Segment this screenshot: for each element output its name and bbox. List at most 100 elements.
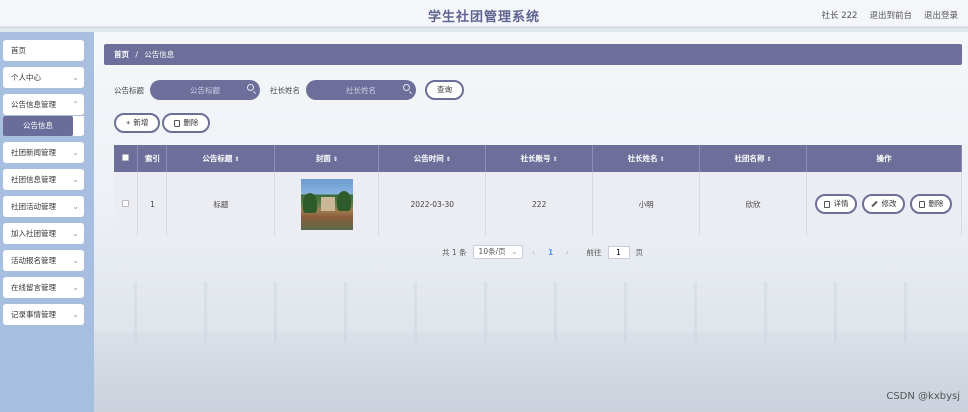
column-header-title[interactable]: 公告标题 ⇕ bbox=[166, 145, 276, 172]
plus-icon: + bbox=[126, 118, 131, 127]
sort-icon: ⇕ bbox=[766, 156, 772, 163]
add-button[interactable]: + 新增 bbox=[114, 113, 161, 133]
goto-label: 前往 bbox=[586, 247, 602, 257]
title-search-box bbox=[150, 80, 260, 100]
sort-icon: ⇕ bbox=[234, 156, 240, 163]
document-icon bbox=[824, 200, 831, 208]
cell-actions: 详情 修改 删除 bbox=[806, 172, 963, 236]
title-search-input[interactable] bbox=[150, 80, 260, 100]
cell-title: 标题 bbox=[166, 172, 276, 236]
title-search-label: 公告标题 bbox=[114, 85, 144, 95]
building-shape bbox=[320, 196, 335, 211]
column-header-time[interactable]: 公告时间 ⇕ bbox=[378, 145, 487, 172]
background-pattern bbox=[94, 332, 968, 412]
chevron-down-icon: ⌄ bbox=[72, 229, 79, 238]
chevron-up-icon: ⌃ bbox=[72, 100, 79, 109]
table-header-row: 索引 公告标题 ⇕ 封面 ⇕ 公告时间 ⇕ 社长账号 ⇕ 社长姓名 ⇕ 社团名称 ⇕ 操作 bbox=[114, 145, 963, 172]
tree-shape bbox=[302, 192, 317, 213]
chevron-down-icon: ⌄ bbox=[72, 175, 79, 184]
breadcrumb-current: 公告信息 bbox=[144, 50, 175, 59]
goto-page-input[interactable] bbox=[607, 245, 630, 259]
edit-button-label: 修改 bbox=[881, 199, 897, 208]
trash-icon bbox=[919, 200, 926, 208]
sidebar-item-label: 公告信息管理 bbox=[11, 100, 56, 109]
sidebar-item-online-message[interactable]: 在线留言管理 ⌄ bbox=[3, 277, 84, 298]
cell-index: 1 bbox=[137, 172, 168, 236]
select-all-checkbox[interactable] bbox=[122, 154, 130, 161]
sort-icon: ⇕ bbox=[445, 156, 451, 163]
detail-button[interactable]: 详情 bbox=[815, 194, 858, 214]
row-select-cell bbox=[114, 172, 139, 236]
batch-delete-button[interactable]: 删除 bbox=[162, 113, 211, 133]
sidebar-item-label: 首页 bbox=[11, 46, 26, 55]
breadcrumb-home[interactable]: 首页 bbox=[114, 50, 129, 59]
column-header-index: 索引 bbox=[137, 145, 168, 172]
sidebar-item-club-activity[interactable]: 社团活动管理 ⌄ bbox=[3, 196, 84, 217]
column-header-leader-name[interactable]: 社长姓名 ⇕ bbox=[592, 145, 701, 172]
name-search-box bbox=[306, 80, 416, 100]
sidebar-item-label: 加入社团管理 bbox=[11, 229, 56, 238]
page-size-select[interactable]: 10条/页 ⌄ bbox=[472, 245, 523, 259]
cell-account: 222 bbox=[485, 172, 594, 236]
chevron-down-icon: ⌄ bbox=[72, 256, 79, 265]
tree-shape bbox=[336, 190, 351, 211]
chevron-down-icon: ⌄ bbox=[72, 148, 79, 157]
page-number[interactable]: 1 bbox=[545, 248, 557, 257]
notice-table: 索引 公告标题 ⇕ 封面 ⇕ 公告时间 ⇕ 社长账号 ⇕ 社长姓名 ⇕ 社团名称 ⇕ 操作 … bbox=[114, 145, 963, 236]
row-checkbox[interactable] bbox=[122, 199, 130, 207]
logout-link[interactable]: 退出登录 bbox=[924, 9, 958, 21]
sidebar-item-club-news[interactable]: 社团新闻管理 ⌄ bbox=[3, 142, 84, 163]
current-user: 社长 222 bbox=[821, 11, 858, 21]
name-search-input[interactable] bbox=[306, 80, 416, 100]
sort-icon: ⇕ bbox=[332, 156, 338, 163]
row-delete-button[interactable]: 删除 bbox=[910, 194, 953, 214]
watermark: CSDN @kxbysj bbox=[886, 391, 960, 402]
chevron-down-icon: ⌄ bbox=[72, 202, 79, 211]
sidebar-item-label: 社团新闻管理 bbox=[11, 148, 56, 157]
next-page-button[interactable]: › bbox=[563, 248, 573, 257]
sidebar-item-notice-management[interactable]: 公告信息管理 ⌃ bbox=[3, 94, 84, 115]
submenu: 公告信息 bbox=[3, 116, 84, 136]
chevron-down-icon: ⌄ bbox=[72, 73, 79, 82]
sidebar-item-label: 社团信息管理 bbox=[11, 175, 56, 184]
cell-cover bbox=[274, 172, 380, 236]
edit-button[interactable]: 修改 bbox=[862, 194, 906, 214]
chevron-down-icon: ⌄ bbox=[72, 283, 79, 292]
sidebar-subitem-notice-info[interactable]: 公告信息 bbox=[3, 116, 73, 136]
sidebar-item-join-club[interactable]: 加入社团管理 ⌄ bbox=[3, 223, 84, 244]
table-row: 1 标题 2022-03-30 222 小明 欣欣 详情 修改 删除 bbox=[114, 172, 963, 236]
breadcrumb: 首页 / 公告信息 bbox=[104, 44, 962, 65]
action-bar: + 新增 删除 bbox=[114, 113, 211, 133]
breadcrumb-separator: / bbox=[135, 50, 138, 59]
pagination: 共 1 条 10条/页⌄ ‹ 1 › 前往 页 bbox=[442, 245, 643, 259]
sidebar-item-label: 社团活动管理 bbox=[11, 202, 56, 211]
total-count: 共 1 条 bbox=[442, 247, 467, 257]
cell-time: 2022-03-30 bbox=[378, 172, 487, 236]
cell-club-name: 欣欣 bbox=[699, 172, 807, 236]
sidebar-item-label: 活动报名管理 bbox=[11, 256, 56, 265]
column-header-actions: 操作 bbox=[806, 145, 963, 172]
sidebar-item-record-events[interactable]: 记录事情管理 ⌄ bbox=[3, 304, 84, 325]
column-header-account[interactable]: 社长账号 ⇕ bbox=[485, 145, 594, 172]
sidebar-item-club-info[interactable]: 社团信息管理 ⌄ bbox=[3, 169, 84, 190]
sidebar: 首页 个人中心 ⌄ 公告信息管理 ⌃ 公告信息 社团新闻管理 ⌄ 社团信息管理 ⌄ 社团… bbox=[0, 32, 94, 412]
cover-image bbox=[300, 178, 353, 230]
column-header-club-name[interactable]: 社团名称 ⇕ bbox=[699, 145, 807, 172]
sidebar-item-activity-signup[interactable]: 活动报名管理 ⌄ bbox=[3, 250, 84, 271]
search-icon bbox=[247, 84, 254, 91]
sidebar-item-personal-center[interactable]: 个人中心 ⌄ bbox=[3, 67, 84, 88]
prev-page-button[interactable]: ‹ bbox=[529, 248, 539, 257]
select-all-header bbox=[114, 145, 139, 172]
chevron-down-icon: ⌄ bbox=[72, 310, 79, 319]
column-header-cover[interactable]: 封面 ⇕ bbox=[274, 145, 380, 172]
row-delete-button-label: 删除 bbox=[928, 199, 944, 208]
header-links: 社长 222 退出到前台 退出登录 bbox=[822, 9, 958, 21]
sidebar-item-label: 记录事情管理 bbox=[11, 310, 56, 319]
name-search-label: 社长姓名 bbox=[270, 85, 300, 95]
search-bar: 公告标题 社长姓名 查询 bbox=[114, 80, 464, 100]
search-icon bbox=[403, 84, 410, 91]
query-button[interactable]: 查询 bbox=[425, 80, 464, 100]
sidebar-item-home[interactable]: 首页 bbox=[3, 40, 84, 61]
cell-leader-name: 小明 bbox=[592, 172, 701, 236]
back-to-front-link[interactable]: 退出到前台 bbox=[869, 9, 912, 21]
